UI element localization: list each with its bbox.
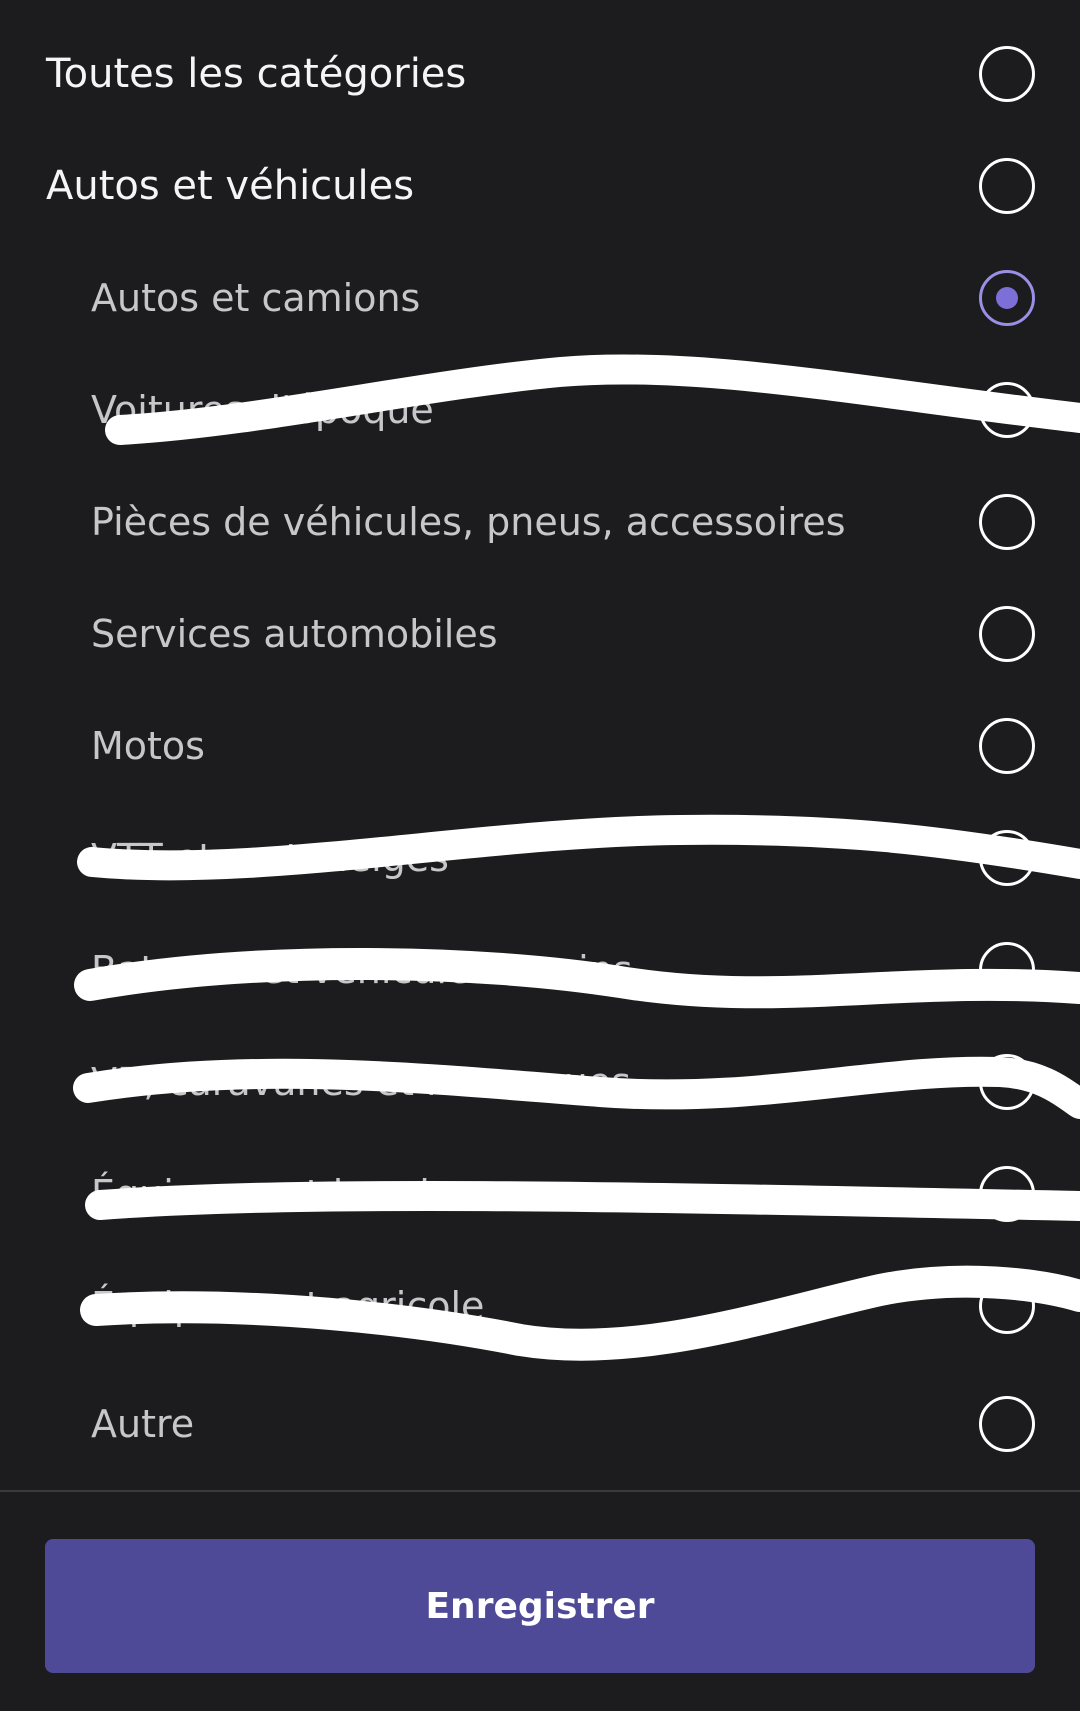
category-option-autos-camions[interactable]: Autos et camions — [0, 242, 1080, 354]
category-label: Services automobiles — [91, 612, 498, 656]
category-option-autos-vehicules[interactable]: Autos et véhicules — [0, 130, 1080, 242]
category-label: Toutes les catégories — [46, 51, 467, 97]
category-option-autre[interactable]: Autre — [0, 1368, 1080, 1480]
category-option-vtt[interactable]: VTT et motoneiges — [0, 802, 1080, 914]
radio-dot-icon — [996, 287, 1018, 309]
radio-button[interactable] — [979, 494, 1035, 550]
category-label: Autos et véhicules — [46, 163, 415, 209]
category-label: Motos — [91, 724, 205, 768]
category-label: Voitures d'époque — [91, 388, 434, 432]
radio-button[interactable] — [979, 382, 1035, 438]
radio-button[interactable] — [979, 1166, 1035, 1222]
radio-button-selected[interactable] — [979, 270, 1035, 326]
radio-button[interactable] — [979, 46, 1035, 102]
footer-divider — [0, 1490, 1080, 1492]
category-option-equipement-agricole[interactable]: Équipement agricole — [0, 1250, 1080, 1362]
category-label: Équipement agricole — [91, 1284, 485, 1328]
category-label: Autos et camions — [91, 276, 421, 320]
radio-button[interactable] — [979, 942, 1035, 998]
category-label: Pièces de véhicules, pneus, accessoires — [91, 500, 846, 544]
category-option-bateaux[interactable]: Bateaux et véhicules marins — [0, 914, 1080, 1026]
radio-button[interactable] — [979, 830, 1035, 886]
radio-button[interactable] — [979, 1396, 1035, 1452]
category-option-pieces[interactable]: Pièces de véhicules, pneus, accessoires — [0, 466, 1080, 578]
category-option-voitures-epoque[interactable]: Voitures d'époque — [0, 354, 1080, 466]
category-label: VR, caravanes et remorques — [91, 1060, 631, 1104]
category-label: Autre — [91, 1402, 195, 1446]
radio-button[interactable] — [979, 1054, 1035, 1110]
category-label: VTT et motoneiges — [91, 836, 449, 880]
category-label: Équipement lourd — [91, 1172, 430, 1216]
radio-button[interactable] — [979, 718, 1035, 774]
radio-button[interactable] — [979, 1278, 1035, 1334]
radio-button[interactable] — [979, 606, 1035, 662]
radio-button[interactable] — [979, 158, 1035, 214]
category-option-services[interactable]: Services automobiles — [0, 578, 1080, 690]
save-button[interactable]: Enregistrer — [45, 1539, 1035, 1673]
category-option-all[interactable]: Toutes les catégories — [0, 18, 1080, 130]
category-option-vr[interactable]: VR, caravanes et remorques — [0, 1026, 1080, 1138]
category-label: Bateaux et véhicules marins — [91, 948, 633, 992]
category-option-motos[interactable]: Motos — [0, 690, 1080, 802]
category-option-equipement-lourd[interactable]: Équipement lourd — [0, 1138, 1080, 1250]
